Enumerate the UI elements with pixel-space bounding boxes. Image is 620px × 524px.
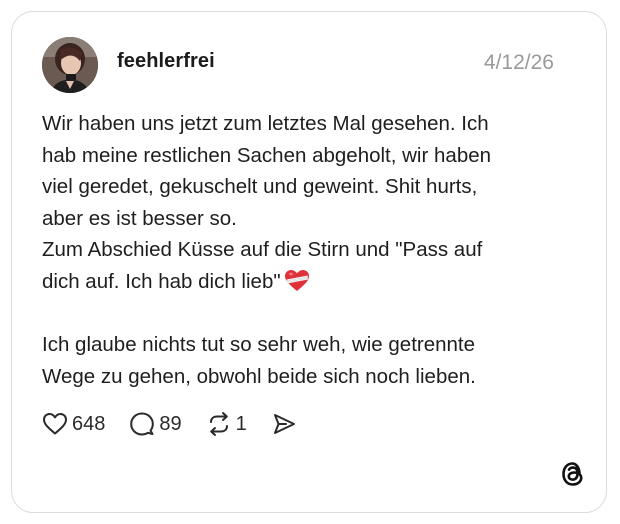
- repost-button[interactable]: 1: [206, 411, 247, 437]
- post-card: feehlerfrei 4/12/26 Wir haben uns jetzt …: [11, 11, 607, 513]
- like-button[interactable]: 648: [42, 412, 105, 436]
- share-button[interactable]: [271, 411, 297, 437]
- like-count: 648: [72, 412, 106, 435]
- repost-arrows-icon: [209, 412, 228, 436]
- avatar[interactable]: [42, 37, 98, 93]
- send-icon: [273, 414, 295, 434]
- action-bar: 648 89 1: [42, 410, 321, 438]
- post-line: dich auf. Ich hab dich lieb": [42, 269, 281, 293]
- comment-button[interactable]: 89: [129, 411, 182, 437]
- profile-photo-icon: [42, 37, 98, 93]
- username[interactable]: feehlerfrei: [117, 50, 215, 73]
- post-line: Zum Abschied Küsse auf die Stirn und "Pa…: [42, 238, 483, 262]
- post-line: Wege zu gehen, obwohl beide sich noch li…: [42, 364, 476, 388]
- post-line: hab meine restlichen Sachen abgeholt, wi…: [42, 143, 492, 167]
- post-line: Ich glaube nichts tut so sehr weh, wie g…: [42, 333, 476, 357]
- speech-bubble-icon: [130, 412, 155, 436]
- post-line-with-emoji: dich auf. Ich hab dich lieb": [42, 266, 582, 298]
- comment-count: 89: [159, 412, 182, 435]
- post-line: viel geredet, gekuschelt und geweint. Sh…: [42, 175, 478, 199]
- post-line: Wir haben uns jetzt zum letztes Mal gese…: [42, 112, 489, 135]
- post-date: 4/12/26: [483, 51, 554, 74]
- threads-logo-icon: [560, 460, 586, 488]
- post-body: Wir haben uns jetzt zum letztes Mal gese…: [42, 108, 582, 392]
- post-line: aber es ist besser so.: [42, 206, 237, 230]
- bandaged-heart-icon: [284, 269, 310, 302]
- repost-count: 1: [235, 412, 247, 435]
- heart-outline-icon: [43, 413, 67, 435]
